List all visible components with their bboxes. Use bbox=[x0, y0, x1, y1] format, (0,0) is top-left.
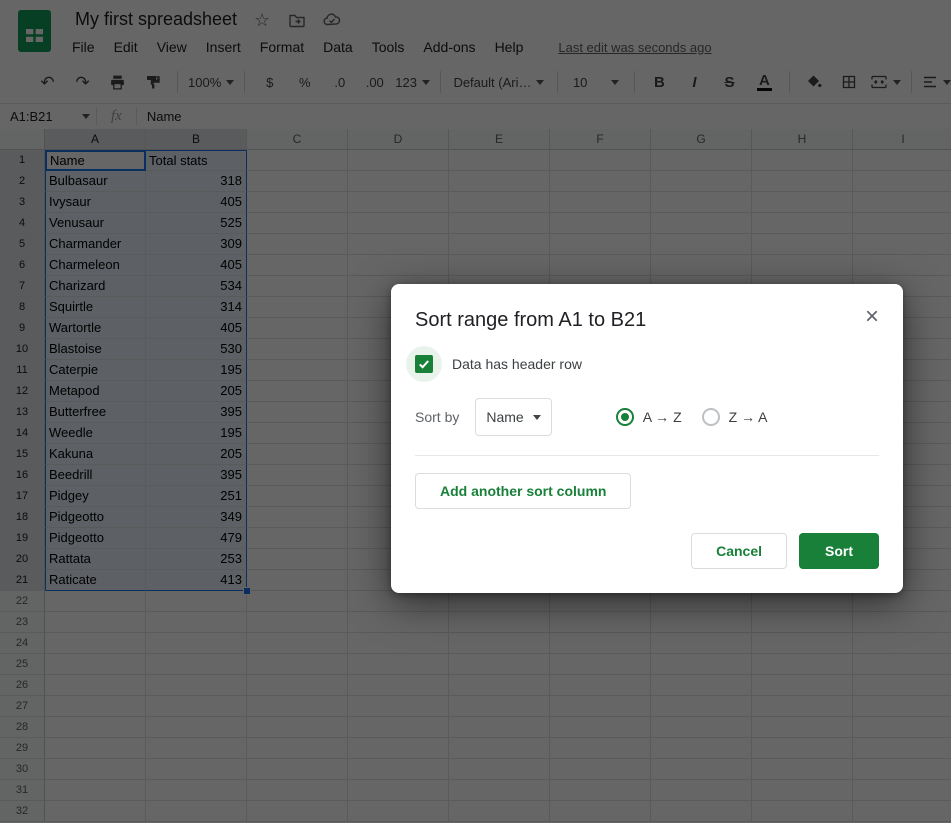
checkmark-icon bbox=[419, 360, 429, 369]
sort-button[interactable]: Sort bbox=[799, 533, 879, 569]
cancel-button[interactable]: Cancel bbox=[691, 533, 787, 569]
header-row-label[interactable]: Data has header row bbox=[452, 356, 582, 372]
radio-option-za[interactable]: Z → A bbox=[701, 408, 768, 426]
dialog-title: Sort range from A1 to B21 bbox=[415, 309, 647, 331]
radio-za-icon[interactable] bbox=[701, 408, 720, 426]
dialog-divider bbox=[415, 455, 879, 456]
header-row-checkbox[interactable] bbox=[415, 355, 433, 373]
radio-az-selected-icon[interactable] bbox=[615, 408, 634, 426]
checkbox-halo bbox=[406, 346, 442, 382]
sort-range-dialog: Sort range from A1 to B21 × Data has hea… bbox=[391, 284, 903, 593]
close-icon[interactable]: × bbox=[865, 305, 879, 329]
sort-column-select[interactable]: Name bbox=[475, 398, 552, 436]
radio-option-az[interactable]: A → Z bbox=[615, 408, 682, 426]
add-sort-column-button[interactable]: Add another sort column bbox=[415, 473, 632, 509]
sort-by-label: Sort by bbox=[415, 409, 460, 425]
google-sheets-app: My first spreadsheet ☆ File Edit View In… bbox=[0, 0, 951, 823]
chevron-down-icon bbox=[532, 414, 541, 420]
